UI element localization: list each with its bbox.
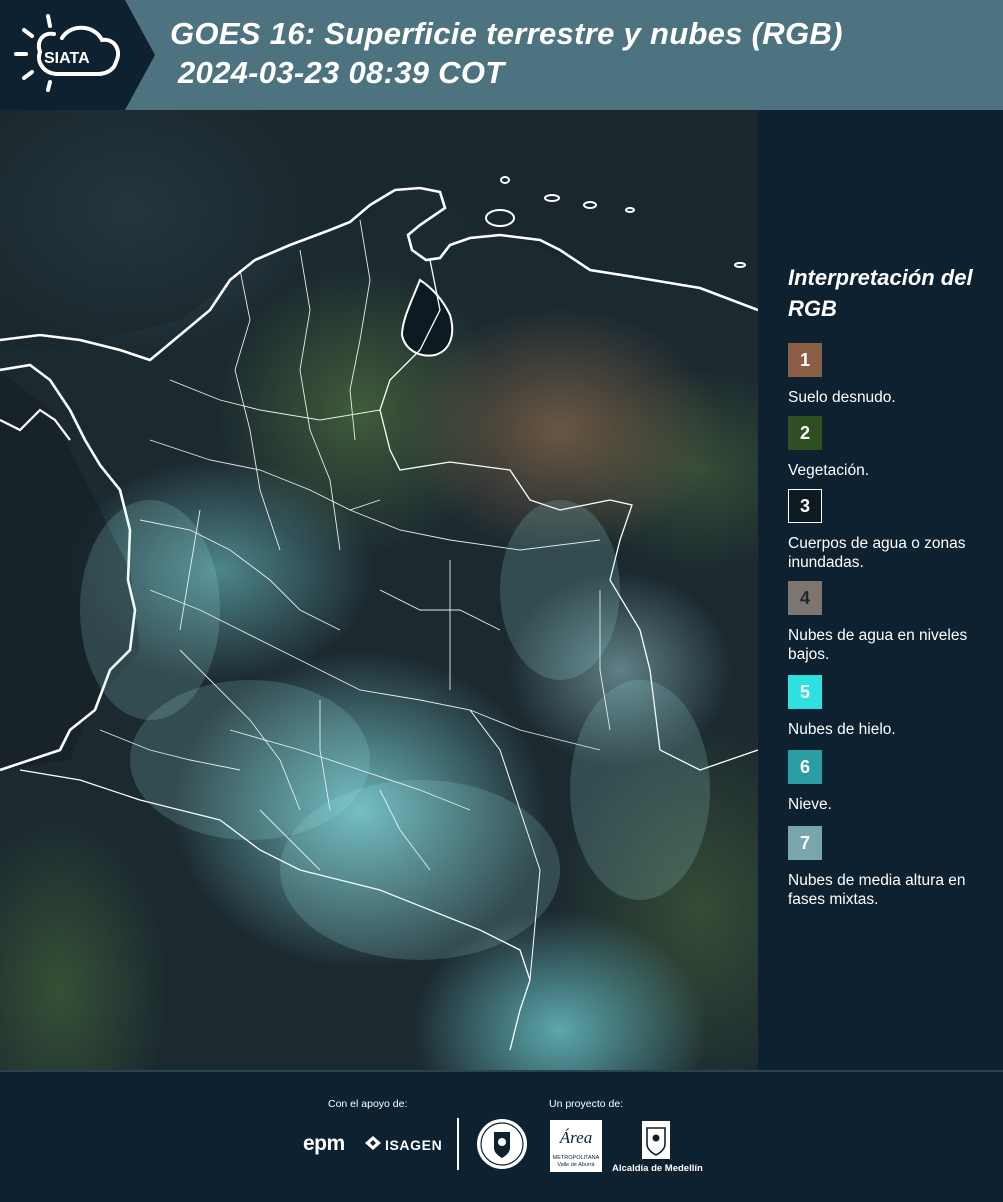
satellite-map[interactable] bbox=[0, 110, 758, 1070]
alcaldia-wordmark: Alcaldía de Medellín bbox=[612, 1163, 703, 1174]
legend-label: Nieve. bbox=[788, 796, 832, 813]
legend-swatch: 3 bbox=[788, 489, 822, 523]
legend-title: Interpretación del RGB bbox=[788, 265, 973, 321]
map-overlay bbox=[0, 110, 758, 1051]
legend-label: Nubes de agua en niveles bajos. bbox=[788, 627, 968, 663]
legend-item: 6 Nieve. bbox=[788, 750, 993, 814]
legend-item: 7 Nubes de media altura en fases mixtas. bbox=[788, 826, 993, 909]
legend-label: Nubes de media altura en fases mixtas. bbox=[788, 872, 966, 908]
legend-item: 4 Nubes de agua en niveles bajos. bbox=[788, 581, 993, 664]
legend-number: 7 bbox=[799, 832, 810, 853]
header-bar: SIATA GOES 16: Superficie terrestre y nu… bbox=[0, 0, 1003, 110]
epm-wordmark: epm bbox=[303, 1132, 345, 1155]
legend-swatch: 1 bbox=[788, 343, 822, 377]
legend-number: 5 bbox=[799, 681, 810, 702]
area-wordmark: Área bbox=[559, 1128, 593, 1147]
legend-swatch: 4 bbox=[788, 581, 822, 615]
epm-logo[interactable]: epm bbox=[303, 1132, 345, 1156]
isagen-wordmark: ISAGEN bbox=[385, 1137, 443, 1153]
legend-number: 2 bbox=[799, 422, 810, 443]
legend-label: Suelo desnudo. bbox=[788, 389, 896, 406]
seal-icon[interactable] bbox=[476, 1118, 528, 1174]
legend-number: 1 bbox=[799, 349, 810, 370]
legend-swatch: 5 bbox=[788, 675, 822, 709]
legend-number: 4 bbox=[799, 587, 810, 608]
cloud-patches bbox=[80, 500, 710, 960]
legend-label: Vegetación. bbox=[788, 462, 870, 479]
legend-item: 5 Nubes de hielo. bbox=[788, 675, 993, 739]
legend-panel: Interpretación del RGB 1 Suelo desnudo. … bbox=[758, 110, 1003, 1070]
legend-item: 2 Vegetación. bbox=[788, 416, 993, 480]
isagen-logo[interactable]: ISAGEN bbox=[365, 1136, 442, 1153]
siata-wordmark: SIATA bbox=[44, 50, 90, 67]
image-timestamp: 2024-03-23 08:39 COT bbox=[178, 55, 505, 90]
legend-number: 3 bbox=[799, 495, 810, 516]
legend-label: Cuerpos de agua o zonas inundadas. bbox=[788, 535, 966, 571]
legend-label: Nubes de hielo. bbox=[788, 721, 896, 738]
legend-item: 1 Suelo desnudo. bbox=[788, 343, 993, 407]
caribbean-sea bbox=[0, 110, 758, 350]
area-metropolitana-logo[interactable]: Área METROPOLITANA Valle de Aburrá bbox=[550, 1120, 602, 1172]
legend-item: 3 Cuerpos de agua o zonas inundadas. bbox=[788, 489, 993, 572]
area-subtitle: METROPOLITANA Valle de Aburrá bbox=[552, 1155, 600, 1168]
page-title: GOES 16: Superficie terrestre y nubes (R… bbox=[170, 16, 843, 51]
legend-swatch: 2 bbox=[788, 416, 822, 450]
project-caption: Un proyecto de: bbox=[549, 1098, 624, 1110]
siata-logo[interactable]: SIATA bbox=[0, 0, 155, 110]
legend-swatch: 6 bbox=[788, 750, 822, 784]
legend-number: 6 bbox=[799, 756, 810, 777]
isagen-icon bbox=[365, 1136, 381, 1153]
footer-divider bbox=[457, 1118, 459, 1170]
sun-cloud-icon: SIATA bbox=[14, 14, 121, 92]
footer: Con el apoyo de: Un proyecto de: epm ISA… bbox=[0, 1070, 1003, 1202]
legend-swatch: 7 bbox=[788, 826, 822, 860]
lake-maracaibo bbox=[400, 278, 454, 357]
alcaldia-shield-icon[interactable] bbox=[641, 1120, 671, 1164]
support-caption: Con el apoyo de: bbox=[328, 1098, 408, 1110]
